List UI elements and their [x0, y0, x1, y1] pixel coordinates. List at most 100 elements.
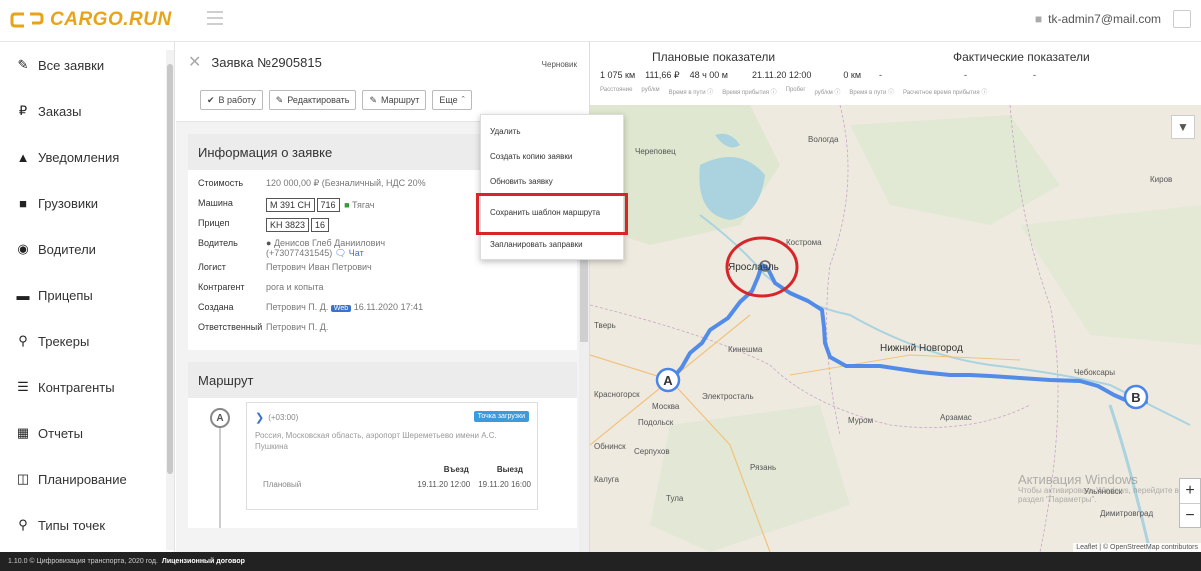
map-label-nizhny: Нижний Новгород — [880, 343, 963, 354]
sidebar-item-drivers[interactable]: ◉ Водители — [0, 226, 174, 272]
sidebar-scrollbar-thumb[interactable] — [167, 64, 173, 474]
contacts-icon: ☰ — [17, 379, 29, 394]
planned-exit: 19.11.20 16:00 — [478, 480, 531, 489]
sidebar-item-label: Контрагенты — [38, 379, 115, 395]
sidebar-item-orders[interactable]: ₽ Заказы — [0, 88, 174, 134]
created-label: Создана — [198, 302, 234, 312]
map-label-yaroslavl: Ярославль — [728, 262, 779, 273]
planned-title: Плановые показатели — [652, 50, 776, 64]
order-title: Заявка №2905815 — [211, 54, 322, 70]
logist-row: Логист Петрович Иван Петрович — [198, 262, 567, 279]
sidebar-item-label: Планирование — [38, 471, 127, 487]
sidebar-item-trucks[interactable]: ■ Грузовики — [0, 180, 174, 226]
responsible-row: Ответственный Петрович П. Д. — [198, 322, 567, 339]
actual-travel-time: - — [964, 70, 968, 80]
sidebar-item-label: Прицепы — [38, 287, 93, 303]
sidebar-item-notifications[interactable]: ▲ Уведомления — [0, 134, 174, 180]
chevron-right-icon[interactable]: ❯ — [255, 411, 264, 424]
zoom-in-button[interactable]: + — [1180, 479, 1200, 503]
menu-item-copy-order[interactable]: Создать копию заявки — [481, 144, 623, 169]
map-attribution[interactable]: Leaflet | © OpenStreetMap contributors — [1073, 543, 1201, 552]
user-icon: ■ — [1034, 12, 1043, 26]
route-map[interactable]: A B Вологда Череповец Киров Кострома Яро… — [590, 105, 1201, 552]
driver-chat-link[interactable]: Чат — [349, 248, 364, 258]
footer-copyright: 1.10.0 © Цифровизация транспорта, 2020 г… — [8, 558, 158, 565]
check-icon: ✔ — [207, 94, 215, 105]
sidebar-item-label: Все заявки — [38, 57, 105, 73]
sidebar-item-counterparties[interactable]: ☰ Контрагенты — [0, 364, 174, 410]
filter-icon[interactable]: ▼ — [1171, 115, 1195, 139]
map-label-kirov: Киров — [1150, 175, 1173, 184]
windows-activation-watermark: Активация Windows Чтобы активировать Win… — [1018, 472, 1201, 505]
sidebar-item-trailers[interactable]: ▬ Прицепы — [0, 272, 174, 318]
stat-label: Расчетное время прибытия ⓘ — [902, 90, 988, 96]
stat-label: Время прибытия ⓘ — [722, 90, 777, 96]
zoom-control: + − — [1179, 478, 1201, 528]
menu-toggle-icon[interactable] — [207, 11, 223, 25]
sidebar-item-planning[interactable]: ◫ Планирование — [0, 456, 174, 502]
trailer-plate[interactable]: KH 3823 — [266, 218, 310, 232]
map-label-murom: Муром — [848, 416, 874, 425]
logout-icon[interactable] — [1173, 10, 1191, 28]
edit-icon: ✎ — [17, 57, 29, 72]
chat-icon[interactable]: 🗨 — [335, 248, 346, 258]
point-address: Россия, Московская область, аэропорт Шер… — [255, 431, 497, 452]
route-point[interactable]: ❯ (+03:00) Точка загрузки Россия, Москов… — [246, 402, 538, 510]
close-icon[interactable]: ✕ — [188, 52, 201, 72]
route-timeline — [219, 428, 221, 528]
map-label-serpukhov: Серпухов — [634, 447, 670, 456]
sidebar-scrollbar[interactable] — [166, 50, 174, 550]
chevron-up-icon: ˆ — [461, 95, 465, 105]
sidebar-item-label: Типы точек — [38, 517, 106, 533]
route-button[interactable]: ✎ Маршрут — [362, 90, 427, 110]
map-label-tula: Тула — [666, 494, 684, 503]
vehicle-label: Машина — [198, 198, 233, 208]
driver-phone: (+73077431545) — [266, 248, 333, 258]
sidebar-item-label: Трекеры — [38, 333, 90, 349]
sidebar: ✎ Все заявки ₽ Заказы ▲ Уведомления ■ Гр… — [0, 42, 175, 552]
sidebar-item-reports[interactable]: ▦ Отчеты — [0, 410, 174, 456]
to-work-label: В работу — [218, 95, 256, 105]
stats-values: 1 075 км 111,66 ₽ 48 ч 00 м 21.11.20 12:… — [600, 70, 1036, 81]
license-link[interactable]: Лицензионный договор — [162, 558, 245, 565]
user-email: tk-admin7@mail.com — [1048, 12, 1161, 26]
user-menu[interactable]: ■ tk-admin7@mail.com — [1035, 12, 1161, 26]
to-work-button[interactable]: ✔ В работу — [200, 90, 263, 110]
planned-label: Плановый — [263, 480, 302, 489]
edit-button[interactable]: ✎ Редактировать — [268, 90, 357, 110]
map-label-vologda: Вологда — [808, 135, 839, 144]
sidebar-item-label: Заказы — [38, 103, 82, 119]
map-label-obninsk: Обнинск — [594, 442, 626, 451]
route-point-marker: A — [210, 408, 230, 428]
location-pin-icon: ⚲ — [18, 333, 28, 348]
sidebar-item-all-orders[interactable]: ✎ Все заявки — [0, 42, 174, 88]
menu-item-refresh-order[interactable]: Обновить заявку — [481, 169, 623, 194]
more-button[interactable]: Еще ˆ — [432, 90, 472, 110]
map-label-kostroma: Кострома — [786, 238, 822, 247]
point-timezone: (+03:00) — [268, 413, 299, 422]
sidebar-item-point-types[interactable]: ⚲ Типы точек — [0, 502, 174, 548]
actual-distance: 0 км — [843, 70, 862, 80]
driver-name[interactable]: Денисов Глеб Даниилович — [274, 238, 385, 248]
sidebar-item-trackers[interactable]: ⚲ Трекеры — [0, 318, 174, 364]
entry-header: Въезд — [443, 465, 469, 474]
map-label-kaluga: Калуга — [594, 475, 619, 484]
menu-item-delete[interactable]: Удалить — [481, 119, 623, 144]
logo-text: CARGO.RUN — [50, 9, 172, 30]
vehicle-plate[interactable]: M 391 CH — [266, 198, 315, 212]
counterparty-label: Контрагент — [198, 282, 245, 292]
zoom-out-button[interactable]: − — [1180, 503, 1200, 527]
cost-label: Стоимость — [198, 178, 244, 188]
logo[interactable]: CARGO.RUN — [10, 9, 172, 31]
route-section-title: Маршрут — [188, 362, 577, 398]
driver-label: Водитель — [198, 238, 238, 248]
location-pin-icon: ⚲ — [18, 517, 28, 532]
vehicle-region: 716 — [316, 198, 340, 212]
route-label: Маршрут — [381, 95, 420, 105]
map-label-podolsk: Подольск — [638, 418, 674, 427]
planned-cost-per-km: 111,66 ₽ — [645, 70, 680, 80]
menu-item-plan-refueling[interactable]: Запланировать заправки — [481, 232, 623, 257]
edit-label: Редактировать — [287, 95, 350, 105]
created-row: Создана Петрович П. Д. Web 16.11.2020 17… — [198, 302, 567, 319]
more-dropdown-menu: Удалить Создать копию заявки Обновить за… — [480, 114, 624, 260]
